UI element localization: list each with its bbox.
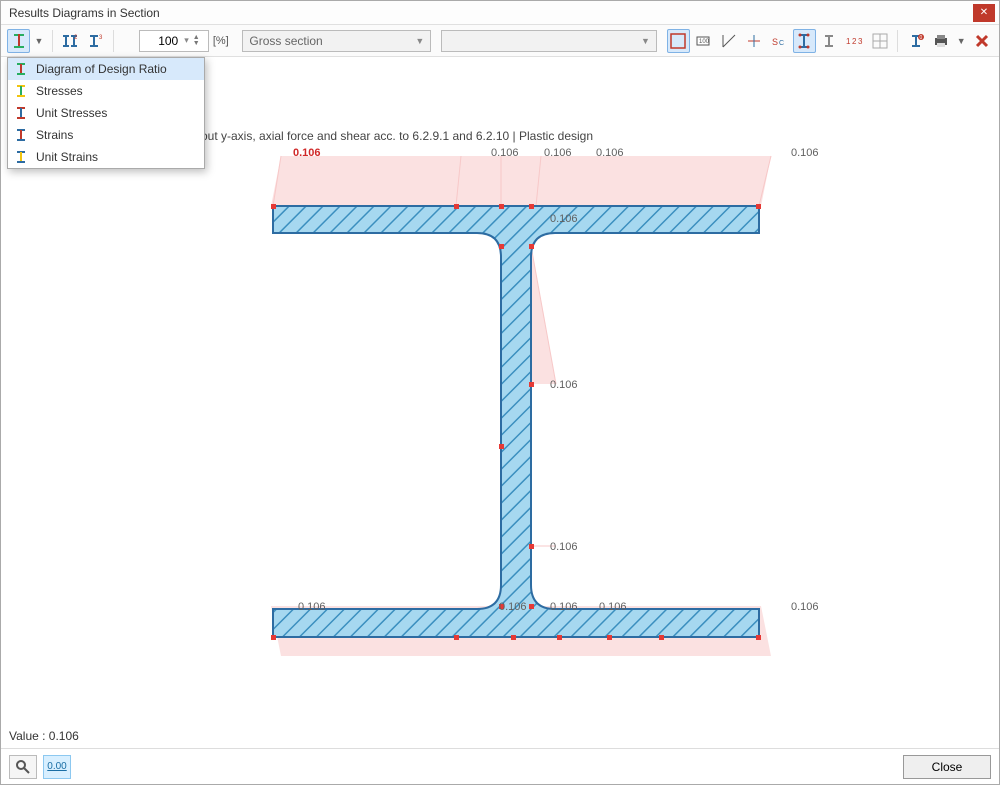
stress-point-node	[607, 635, 612, 640]
stress-point-node	[529, 204, 534, 209]
menu-item-strains[interactable]: Strains	[8, 124, 204, 146]
stress-point-node	[454, 204, 459, 209]
stress-point-node	[529, 382, 534, 387]
stress-point-node	[454, 635, 459, 640]
diagram-type-menu: Diagram of Design Ratio Stresses Unit St…	[7, 57, 205, 169]
value-label: 0.106	[791, 601, 819, 613]
i-icon-green-red	[14, 62, 28, 76]
stress-point-node	[756, 635, 761, 640]
i-icon-yellow-green	[14, 84, 28, 98]
value-label: 0.106	[791, 147, 819, 159]
value-label: 0.106	[293, 147, 321, 159]
value-label: 0.106	[599, 601, 627, 613]
stress-point-node	[529, 604, 534, 609]
menu-item-stresses[interactable]: Stresses	[8, 80, 204, 102]
i-icon-blue-yellow	[14, 150, 28, 164]
menu-label: Unit Stresses	[36, 106, 107, 120]
value-label: 0.106	[499, 601, 527, 613]
stress-point-node	[499, 444, 504, 449]
stress-point-node	[499, 204, 504, 209]
value-label: 0.106	[298, 601, 326, 613]
i-icon-red-blue	[14, 106, 28, 120]
menu-item-unit-stresses[interactable]: Unit Stresses	[8, 102, 204, 124]
stress-point-node	[271, 204, 276, 209]
menu-label: Strains	[36, 128, 73, 142]
menu-label: Stresses	[36, 84, 83, 98]
units-button[interactable]: 0.00	[43, 755, 71, 779]
stress-point-node	[756, 204, 761, 209]
value-label: 0.106	[491, 147, 519, 159]
value-label: 0.106	[550, 601, 578, 613]
menu-label: Diagram of Design Ratio	[36, 62, 167, 76]
stress-point-node	[659, 635, 664, 640]
i-icon-blue-red	[14, 128, 28, 142]
stress-point-node	[557, 635, 562, 640]
current-value-readout: Value : 0.106	[9, 729, 79, 743]
help-key-icon	[16, 760, 30, 774]
stress-point-node	[499, 244, 504, 249]
stress-point-node	[529, 244, 534, 249]
menu-label: Unit Strains	[36, 150, 98, 164]
close-button[interactable]: Close	[903, 755, 991, 779]
menu-item-unit-strains[interactable]: Unit Strains	[8, 146, 204, 168]
value-label: 0.106	[596, 147, 624, 159]
stress-point-node	[271, 635, 276, 640]
footer-bar: 0.00 Close	[1, 748, 999, 784]
value-label: 0.106	[544, 147, 572, 159]
value-label: 0.106	[550, 379, 578, 391]
help-button[interactable]	[9, 755, 37, 779]
menu-item-design-ratio[interactable]: Diagram of Design Ratio	[8, 58, 204, 80]
value-label: 0.106	[550, 213, 578, 225]
value-label: 0.106	[550, 541, 578, 553]
stress-point-node	[511, 635, 516, 640]
stress-point-node	[529, 544, 534, 549]
